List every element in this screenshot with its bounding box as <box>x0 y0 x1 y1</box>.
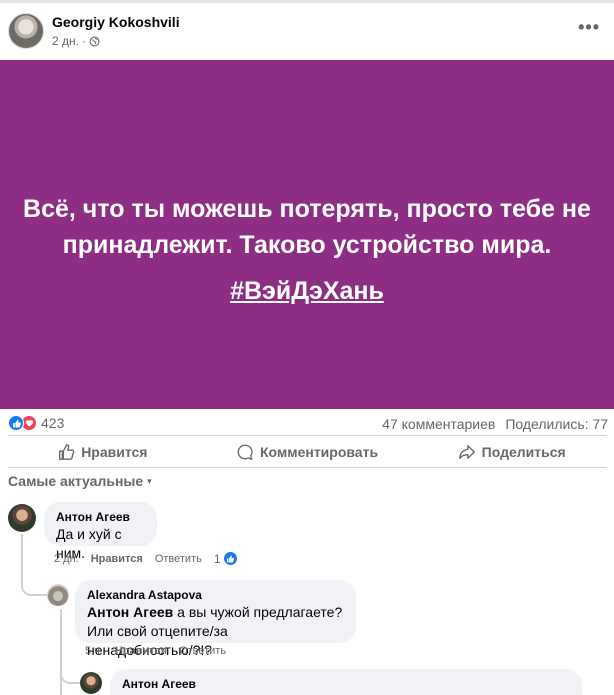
reaction-count: 423 <box>41 415 65 431</box>
comment-actions: 5 ч. Нравится Ответить <box>85 645 226 657</box>
action-bar: Нравится Комментировать Поделиться <box>0 438 614 466</box>
comment-like-button[interactable]: Нравится <box>115 645 167 657</box>
comment-time[interactable]: 2 дн. <box>54 553 79 565</box>
comment-button-label: Комментировать <box>259 444 379 460</box>
like-button[interactable]: Нравится <box>0 438 205 466</box>
author-name[interactable]: Georgiy Kokoshvili <box>52 14 180 30</box>
comment-like-count-value: 1 <box>213 551 221 566</box>
comment-author[interactable]: Антон Агеев <box>122 676 570 692</box>
chevron-down-icon: ▾ <box>147 475 152 486</box>
more-options-button[interactable]: ••• <box>578 18 600 36</box>
thumbs-up-icon <box>59 444 75 460</box>
hashtag-link[interactable]: #ВэйДэХань <box>230 277 384 306</box>
post-stats: 423 47 комментариев Поделились: 77 <box>0 412 614 434</box>
comment-reply-button[interactable]: Ответить <box>179 645 226 657</box>
commenter-avatar[interactable] <box>47 584 69 606</box>
post-banner: Всё, что ты можешь потерять, просто тебе… <box>0 60 614 409</box>
comment-text: Антон Агеев а вы чужой предлагаете? <box>87 603 344 622</box>
like-reaction-icon <box>8 415 24 431</box>
shares-count[interactable]: Поделились: 77 <box>505 416 608 432</box>
comment-like-count[interactable]: 1 <box>214 551 238 566</box>
share-arrow-icon <box>458 445 475 459</box>
divider <box>8 435 606 436</box>
comment-mention[interactable]: Антон Агеев <box>87 604 173 620</box>
comment-actions: 2 дн. Нравится Ответить 1 <box>54 551 238 566</box>
post-header: Georgiy Kokoshvili 2 дн. · ••• <box>0 3 614 60</box>
banner-quote: Всё, что ты можешь потерять, просто тебе… <box>23 195 591 259</box>
thread-line <box>60 609 62 695</box>
comment-author[interactable]: Alexandra Astapova <box>87 587 344 603</box>
comment-like-button[interactable]: Нравится <box>91 553 143 565</box>
globe-icon[interactable] <box>89 35 100 47</box>
author-avatar[interactable] <box>8 13 44 49</box>
comments-count[interactable]: 47 комментариев <box>382 416 495 432</box>
comment-sort-dropdown[interactable]: Самые актуальные ▾ <box>8 473 152 489</box>
share-button-label: Поделиться <box>481 444 566 460</box>
comment-bubble: Антон Агеев <box>110 669 582 695</box>
like-reaction-icon <box>222 551 238 566</box>
post-meta: 2 дн. · <box>52 34 100 48</box>
reactions-summary[interactable]: 423 <box>8 415 64 431</box>
commenter-avatar[interactable] <box>80 672 102 694</box>
comment-bubble: Антон Агеев Да и хуй с ним. <box>44 502 157 561</box>
post-time[interactable]: 2 дн. <box>52 34 79 48</box>
share-button[interactable]: Поделиться <box>409 438 614 466</box>
comment-time[interactable]: 5 ч. <box>85 645 103 657</box>
divider <box>8 467 606 468</box>
commenter-avatar[interactable] <box>8 504 36 532</box>
comment-button[interactable]: Комментировать <box>205 438 410 466</box>
comment-bubble-icon <box>237 444 253 460</box>
comment-reply-button[interactable]: Ответить <box>155 553 202 565</box>
thread-connector <box>60 664 80 684</box>
comment-bubble: Alexandra Astapova Антон Агеев а вы чужо… <box>75 580 356 658</box>
comment-text-line1: а вы чужой предлагаете? <box>173 604 343 620</box>
like-button-label: Нравится <box>81 444 148 460</box>
sort-label: Самые актуальные <box>8 473 144 489</box>
comment-author[interactable]: Антон Агеев <box>56 509 145 525</box>
stats-right: 47 комментариев Поделились: 77 <box>382 416 608 432</box>
meta-separator: · <box>81 34 86 48</box>
thread-connector <box>21 570 47 596</box>
